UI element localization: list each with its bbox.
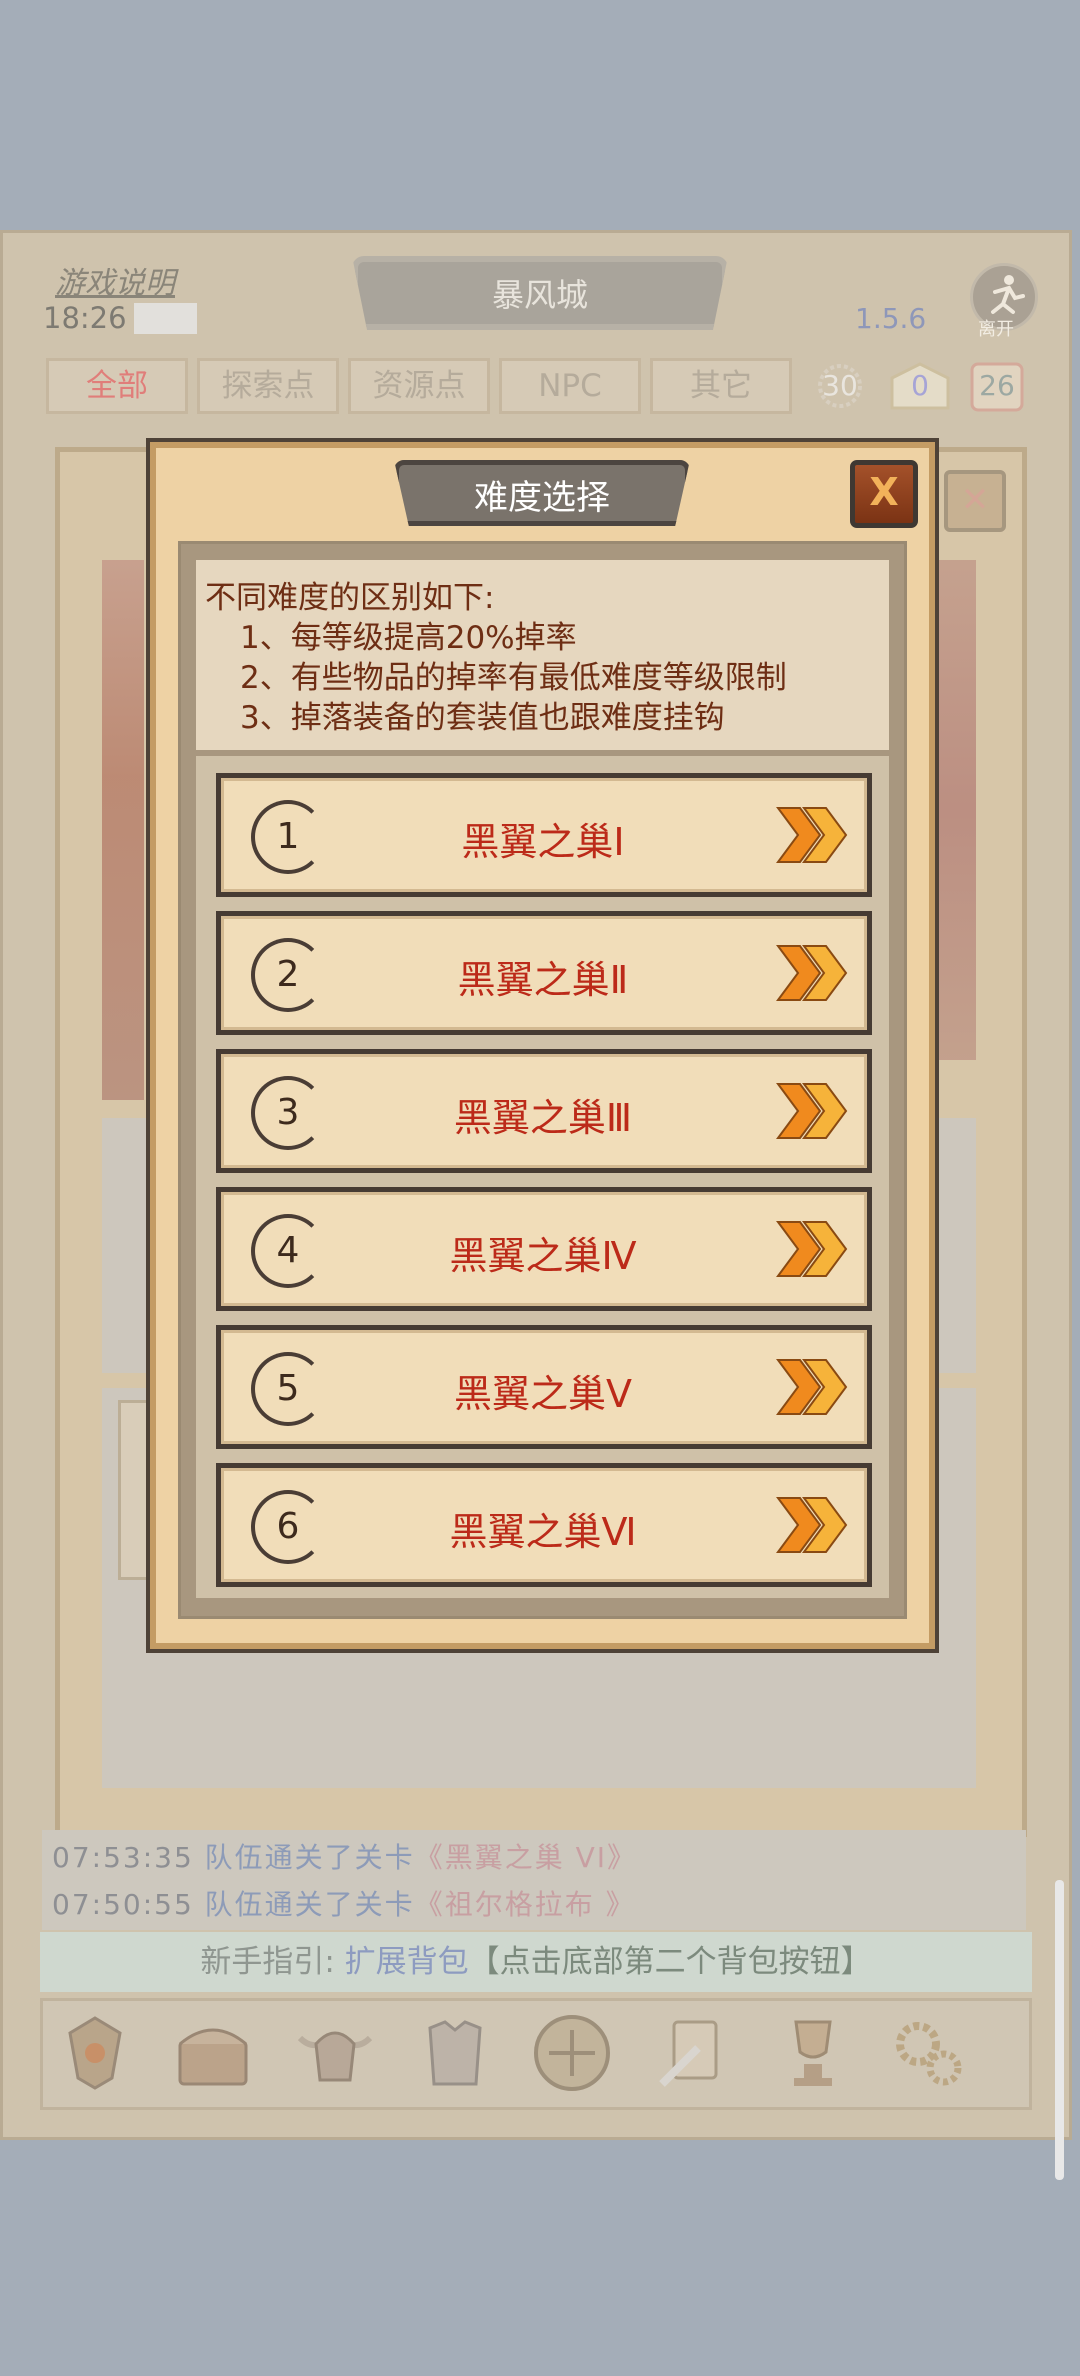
game-help-link[interactable]: 游戏说明	[55, 258, 175, 302]
leave-label: 离开	[978, 319, 1014, 340]
settings-gears-icon[interactable]	[884, 2008, 974, 2098]
log-stage: 《黑翼之巢 VI》	[414, 1841, 638, 1874]
calendar-badge[interactable]: 26	[966, 358, 1028, 414]
double-chevron-right-icon	[776, 807, 848, 863]
guide-action: 扩展背包	[344, 1944, 469, 1980]
status-indicator	[134, 303, 197, 334]
difficulty-name: 黑翼之巢Ⅴ	[454, 1372, 632, 1416]
energy-value: 30	[822, 369, 858, 402]
double-chevron-right-icon	[776, 945, 848, 1001]
scene-image	[938, 560, 976, 1060]
log-stage: 《祖尔格拉布 》	[414, 1888, 636, 1921]
difficulty-number: 2	[276, 954, 300, 995]
log-text: 队伍通关了关卡	[204, 1888, 415, 1921]
difficulty-name: 黑翼之巢Ⅰ	[461, 820, 625, 864]
difficulty-number: 3	[276, 1092, 300, 1133]
double-chevron-right-icon	[776, 1083, 848, 1139]
panel-close-icon[interactable]: ✕	[944, 470, 1006, 532]
double-chevron-right-icon	[776, 1497, 848, 1553]
double-chevron-right-icon	[776, 1359, 848, 1415]
calendar-day: 26	[979, 369, 1015, 402]
tab-explore[interactable]: 探索点	[197, 358, 339, 414]
treasure-chest-icon[interactable]	[168, 2008, 258, 2098]
scene-image	[102, 560, 144, 1100]
quest-scroll-icon[interactable]	[648, 2008, 738, 2098]
difficulty-name: 黑翼之巢Ⅲ	[453, 1096, 633, 1140]
difficulty-number: 6	[276, 1506, 300, 1547]
trophy-icon[interactable]	[768, 2008, 858, 2098]
difficulty-number: 5	[276, 1368, 300, 1409]
modal-title: 难度选择	[474, 478, 610, 518]
guide-prefix: 新手指引:	[200, 1944, 335, 1980]
newbie-guide-bar[interactable]: 新手指引: 扩展背包【点击底部第二个背包按钮】	[40, 1932, 1032, 1992]
mail-badge[interactable]: 0	[884, 358, 956, 414]
difficulty-name: 黑翼之巢Ⅵ	[449, 1510, 637, 1554]
difficulty-name: 黑翼之巢Ⅱ	[457, 958, 629, 1002]
description-rule: 3、掉落装备的套装值也跟难度挂钩	[240, 700, 725, 736]
horned-helmet-icon[interactable]	[290, 2008, 380, 2098]
armor-icon[interactable]	[410, 2008, 500, 2098]
guide-detail: 【点击底部第二个背包按钮】	[468, 1944, 872, 1980]
description-rule: 1、每等级提高20%掉率	[240, 620, 577, 656]
rank-emblem-icon[interactable]	[50, 2008, 140, 2098]
difficulty-number: 4	[276, 1230, 300, 1271]
log-time: 07:50:55	[52, 1888, 194, 1921]
difficulty-number: 1	[276, 816, 300, 857]
clock-time: 18:26	[43, 301, 127, 335]
version-label: 1.5.6	[855, 302, 927, 335]
tab-all[interactable]: 全部	[46, 358, 188, 414]
double-chevron-right-icon	[776, 1221, 848, 1277]
scrollbar[interactable]	[1055, 1880, 1064, 2180]
log-entry: 07:50:55 队伍通关了关卡《祖尔格拉布 》	[52, 1883, 636, 1923]
tab-npc[interactable]: NPC	[499, 358, 641, 414]
description-rule: 2、有些物品的掉率有最低难度等级限制	[240, 660, 787, 696]
tab-other[interactable]: 其它	[650, 358, 792, 414]
log-text: 队伍通关了关卡	[204, 1841, 415, 1874]
difficulty-name: 黑翼之巢Ⅳ	[449, 1234, 637, 1278]
close-button[interactable]: X	[850, 460, 918, 528]
city-name: 暴风城	[491, 276, 588, 314]
tab-resource[interactable]: 资源点	[348, 358, 490, 414]
log-entry: 07:53:35 队伍通关了关卡《黑翼之巢 VI》	[52, 1836, 637, 1876]
description-intro: 不同难度的区别如下:	[205, 580, 495, 616]
mail-count: 0	[911, 369, 929, 402]
log-time: 07:53:35	[52, 1841, 194, 1874]
rune-disc-icon[interactable]	[527, 2008, 617, 2098]
energy-badge[interactable]: 30	[805, 358, 875, 414]
